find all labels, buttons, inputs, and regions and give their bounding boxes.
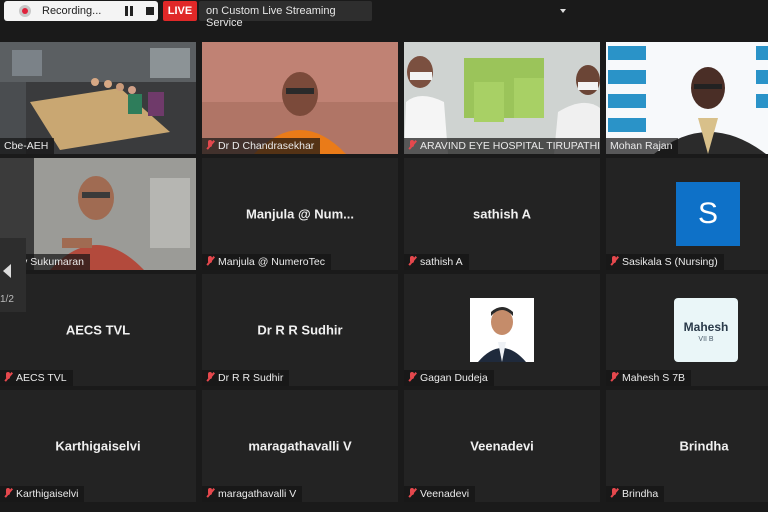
participant-name: Brindha	[622, 488, 659, 500]
avatar-subtext: VII B	[698, 336, 714, 343]
participant-tile-gagan-dudeja[interactable]: Gagan Dudeja	[404, 274, 600, 386]
participant-tile-manjula-numerotec[interactable]: Manjula @ Num... Manjula @ NumeroTec	[202, 158, 398, 270]
mic-muted-icon	[408, 372, 416, 382]
meeting-toolbar: Recording... LIVE on Custom Live Streami…	[0, 0, 768, 29]
live-stream-menu[interactable]: on Custom Live Streaming Service	[199, 1, 566, 29]
participant-display-name: Manjula @ Num...	[245, 206, 355, 222]
participant-tile-dr-d-chandrasekhar[interactable]: Dr D Chandrasekhar	[202, 42, 398, 154]
participant-name-tag: AECS TVL	[0, 370, 73, 386]
participant-tile-mahesh-s-7b[interactable]: Mahesh VII B Mahesh S 7B	[606, 274, 768, 386]
profile-picture-avatar: Mahesh VII B	[674, 298, 738, 362]
page-indicator: 1/2	[0, 294, 14, 305]
participant-display-name: sathish A	[472, 206, 532, 222]
participant-name-tag: Gagan Dudeja	[404, 370, 494, 386]
participant-tile-dr-r-r-sudhir[interactable]: Dr R R Sudhir Dr R R Sudhir	[202, 274, 398, 386]
participant-tile-sathish-a[interactable]: sathish A sathish A	[404, 158, 600, 270]
profile-photo-avatar	[470, 298, 534, 362]
participant-name: Veenadevi	[420, 488, 470, 500]
live-badge: LIVE	[163, 1, 197, 21]
mic-muted-icon	[408, 140, 416, 150]
mic-muted-icon	[206, 256, 214, 266]
mic-muted-icon	[4, 372, 12, 382]
previous-page-button[interactable]: 1/2	[0, 238, 26, 312]
participant-tile-brindha[interactable]: Brindha Brindha	[606, 390, 768, 502]
chevron-left-icon	[3, 264, 11, 278]
participant-name: AECS TVL	[16, 372, 67, 384]
live-stream-label: on Custom Live Streaming Service	[206, 5, 336, 29]
participant-tile-rajiv-sukumaran[interactable]: Rajiv Sukumaran	[0, 158, 196, 270]
participant-name: maragathavalli V	[218, 488, 297, 500]
participant-name: sathish A	[420, 256, 463, 268]
participant-display-name: maragathavalli V	[248, 438, 352, 454]
participant-tile-karthigaiselvi[interactable]: Karthigaiselvi Karthigaiselvi	[0, 390, 196, 502]
participant-display-name: Veenadevi	[470, 438, 534, 454]
participant-display-name: AECS TVL	[65, 322, 131, 338]
participant-tile-cbe-aeh[interactable]: Cbe-AEH	[0, 42, 196, 154]
participant-name-tag: Karthigaiselvi	[0, 486, 85, 502]
participant-name: ARAVIND EYE HOSPITAL TIRUPATHI	[420, 140, 600, 152]
mic-muted-icon	[4, 488, 12, 498]
participant-name-tag: maragathavalli V	[202, 486, 303, 502]
participant-name: Gagan Dudeja	[420, 372, 488, 384]
participant-tile-aecs-tvl[interactable]: AECS TVL AECS TVL	[0, 274, 196, 386]
avatar-text: Mahesh	[683, 320, 729, 334]
mic-muted-icon	[610, 488, 618, 498]
gallery-grid: Cbe-AEH Dr D Chandrasekhar ARAVIND EYE H…	[0, 42, 768, 512]
participant-name-tag: Mahesh S 7B	[606, 370, 692, 386]
participant-name-tag: sathish A	[404, 254, 469, 270]
recording-label: Recording...	[42, 5, 102, 17]
participant-name-tag: Sasikala S (Nursing)	[606, 254, 724, 270]
pause-recording-icon[interactable]	[125, 6, 133, 16]
participant-name: Cbe-AEH	[4, 140, 49, 152]
mic-muted-icon	[206, 488, 214, 498]
participant-tile-mohan-rajan[interactable]: Mohan Rajan	[606, 42, 768, 154]
mic-muted-icon	[408, 488, 416, 498]
participant-name-tag: Cbe-AEH	[0, 138, 55, 154]
participant-name-tag: Manjula @ NumeroTec	[202, 254, 331, 270]
participant-name-tag: Brindha	[606, 486, 665, 502]
chevron-down-icon[interactable]	[560, 9, 566, 13]
stop-recording-icon[interactable]	[146, 7, 154, 15]
mic-muted-icon	[206, 372, 214, 382]
participant-name-tag: Dr R R Sudhir	[202, 370, 290, 386]
mic-muted-icon	[206, 140, 214, 150]
mic-muted-icon	[408, 256, 416, 266]
participant-name: Manjula @ NumeroTec	[218, 256, 325, 268]
participant-name: Mohan Rajan	[610, 140, 673, 152]
participant-display-name: Dr R R Sudhir	[257, 322, 343, 338]
participant-name: Dr D Chandrasekhar	[218, 140, 315, 152]
participant-name-tag: Veenadevi	[404, 486, 476, 502]
mic-muted-icon	[610, 372, 618, 382]
record-icon	[19, 5, 31, 17]
participant-display-name: Brindha	[679, 438, 729, 454]
participant-tile-veenadevi[interactable]: Veenadevi Veenadevi	[404, 390, 600, 502]
participant-name: Mahesh S 7B	[622, 372, 686, 384]
avatar: S	[676, 182, 740, 246]
recording-indicator[interactable]: Recording...	[4, 1, 158, 21]
participant-tile-sasikala-s[interactable]: S Sasikala S (Nursing)	[606, 158, 768, 270]
participant-display-name: Karthigaiselvi	[55, 438, 141, 454]
mic-muted-icon	[610, 256, 618, 266]
participant-name: Karthigaiselvi	[16, 488, 79, 500]
participant-name: Dr R R Sudhir	[218, 372, 284, 384]
participant-name: Sasikala S (Nursing)	[622, 256, 718, 268]
participant-tile-maragathavalli-v[interactable]: maragathavalli V maragathavalli V	[202, 390, 398, 502]
participant-name-tag: ARAVIND EYE HOSPITAL TIRUPATHI	[404, 138, 600, 154]
participant-name-tag: Mohan Rajan	[606, 138, 679, 154]
participant-tile-aravind-eye-hospital-tirupathi[interactable]: ARAVIND EYE HOSPITAL TIRUPATHI	[404, 42, 600, 154]
participant-name-tag: Dr D Chandrasekhar	[202, 138, 321, 154]
